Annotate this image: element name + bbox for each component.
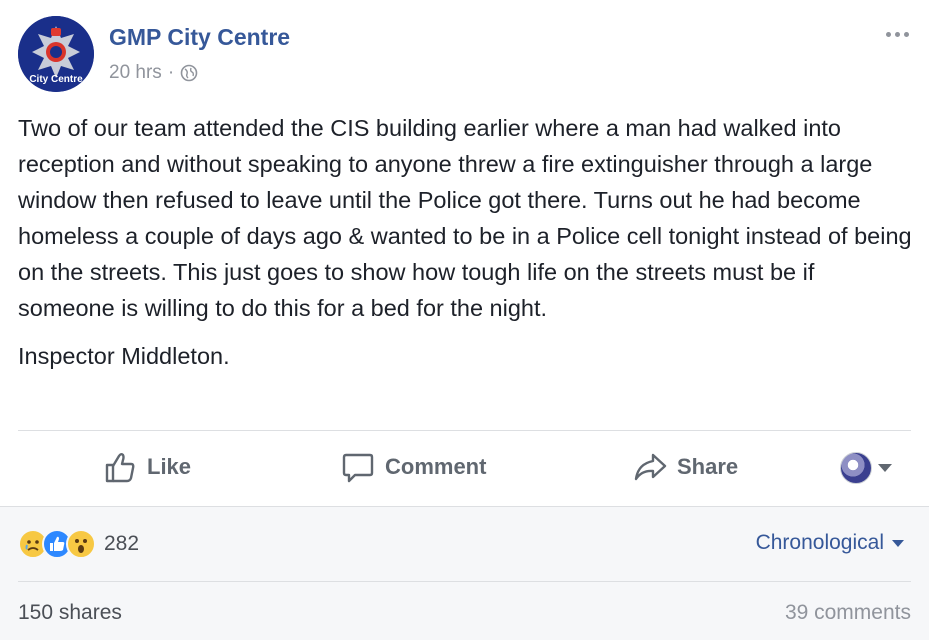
like-button[interactable]: Like <box>103 450 191 484</box>
wow-reaction-icon <box>66 529 96 559</box>
comment-button[interactable]: Comment <box>341 450 486 484</box>
post-card: City Centre GMP City Centre 20 hrs · Two… <box>0 0 929 505</box>
meta-separator: · <box>167 62 175 83</box>
thumbs-up-icon <box>105 453 135 483</box>
speech-bubble-icon <box>342 453 374 483</box>
post-signature: Inspector Middleton. <box>18 343 230 369</box>
share-button[interactable]: Share <box>633 450 738 484</box>
post-meta: 20 hrs · <box>109 62 198 84</box>
page-avatar[interactable]: City Centre <box>18 16 94 92</box>
chevron-down-icon <box>878 464 892 472</box>
profile-avatar <box>840 452 872 484</box>
post-paragraph: Two of our team attended the CIS buildin… <box>18 115 912 321</box>
comment-sort-dropdown[interactable]: Chronological <box>756 531 904 555</box>
footer-divider <box>18 581 911 582</box>
reaction-count: 282 <box>104 532 140 555</box>
more-dot <box>886 31 891 37</box>
post-options-button[interactable] <box>886 28 916 40</box>
globe-icon[interactable] <box>180 64 198 82</box>
comment-label: Comment <box>385 454 487 479</box>
post-body: Two of our team attended the CIS buildin… <box>18 110 913 374</box>
share-arrow-icon <box>634 453 667 481</box>
comments-count-link[interactable]: 39 comments <box>785 601 911 625</box>
post-as-selector[interactable] <box>840 452 892 484</box>
reactions-summary[interactable]: 282 <box>18 529 139 559</box>
action-bar: Like Comment Share <box>0 438 929 500</box>
share-label: Share <box>677 454 739 479</box>
avatar-caption: City Centre <box>29 74 83 85</box>
sort-label: Chronological <box>755 531 884 554</box>
more-dot <box>904 31 909 37</box>
post-footer: 282 Chronological 150 shares 39 comments <box>0 506 929 640</box>
action-divider <box>18 430 911 431</box>
more-dot <box>895 31 900 37</box>
like-label: Like <box>147 454 192 479</box>
page-name-link[interactable]: GMP City Centre <box>109 24 290 51</box>
chevron-down-icon <box>892 539 904 547</box>
post-timestamp[interactable]: 20 hrs <box>109 62 162 84</box>
shares-count-link[interactable]: 150 shares <box>18 601 122 625</box>
